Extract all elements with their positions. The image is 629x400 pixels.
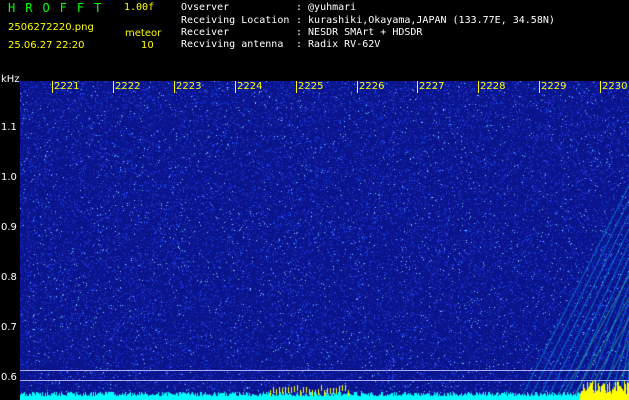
- time-axis: 2221 2222 2223 2224 2225 2226 2227 2228 2229 2230: [0, 81, 629, 95]
- freq-tick-0.8: 0.8: [1, 272, 17, 283]
- time-tick-2230: 2230: [600, 81, 628, 93]
- spectrogram-plot: [20, 81, 629, 400]
- frequency-axis: 1.1 1.0 0.9 0.8 0.7 0.6: [0, 0, 20, 400]
- info-label-observer: Ovserver: [181, 2, 230, 13]
- app-version: 1.00f: [124, 2, 155, 13]
- marker-line-upper: [20, 370, 629, 371]
- info-value-observer: : @yuhmari: [296, 2, 357, 13]
- freq-tick-0.6: 0.6: [1, 372, 17, 383]
- info-label-location: Receiving Location: [181, 15, 290, 26]
- spectrogram-canvas: [20, 81, 629, 400]
- info-value-antenna: : Radix RV-62V: [296, 39, 381, 50]
- marker-line-lower: [20, 380, 629, 381]
- time-tick-2223: 2223: [174, 81, 202, 93]
- app-title: HROFFT: [8, 1, 112, 15]
- info-label-receiver: Receiver: [181, 27, 230, 38]
- time-tick-2221: 2221: [52, 81, 80, 93]
- time-tick-2222: 2222: [113, 81, 141, 93]
- time-tick-2225: 2225: [296, 81, 324, 93]
- image-filename: 2506272220.png: [8, 22, 94, 33]
- info-value-receiver: : NESDR SMArt + HDSDR: [296, 27, 423, 38]
- time-tick-2228: 2228: [478, 81, 506, 93]
- meteor-count-value: 10: [141, 40, 154, 51]
- time-tick-2227: 2227: [417, 81, 445, 93]
- time-tick-2224: 2224: [235, 81, 263, 93]
- info-value-location: : kurashiki,Okayama,JAPAN (133.77E, 34.5…: [296, 15, 555, 26]
- info-label-antenna: Recviving antenna: [181, 39, 284, 50]
- time-tick-2226: 2226: [357, 81, 385, 93]
- meteor-count-label: meteor: [125, 28, 162, 39]
- freq-tick-1.1: 1.1: [1, 122, 17, 133]
- freq-tick-0.7: 0.7: [1, 322, 17, 333]
- freq-tick-1.0: 1.0: [1, 172, 17, 183]
- time-tick-2229: 2229: [539, 81, 567, 93]
- freq-tick-0.9: 0.9: [1, 222, 17, 233]
